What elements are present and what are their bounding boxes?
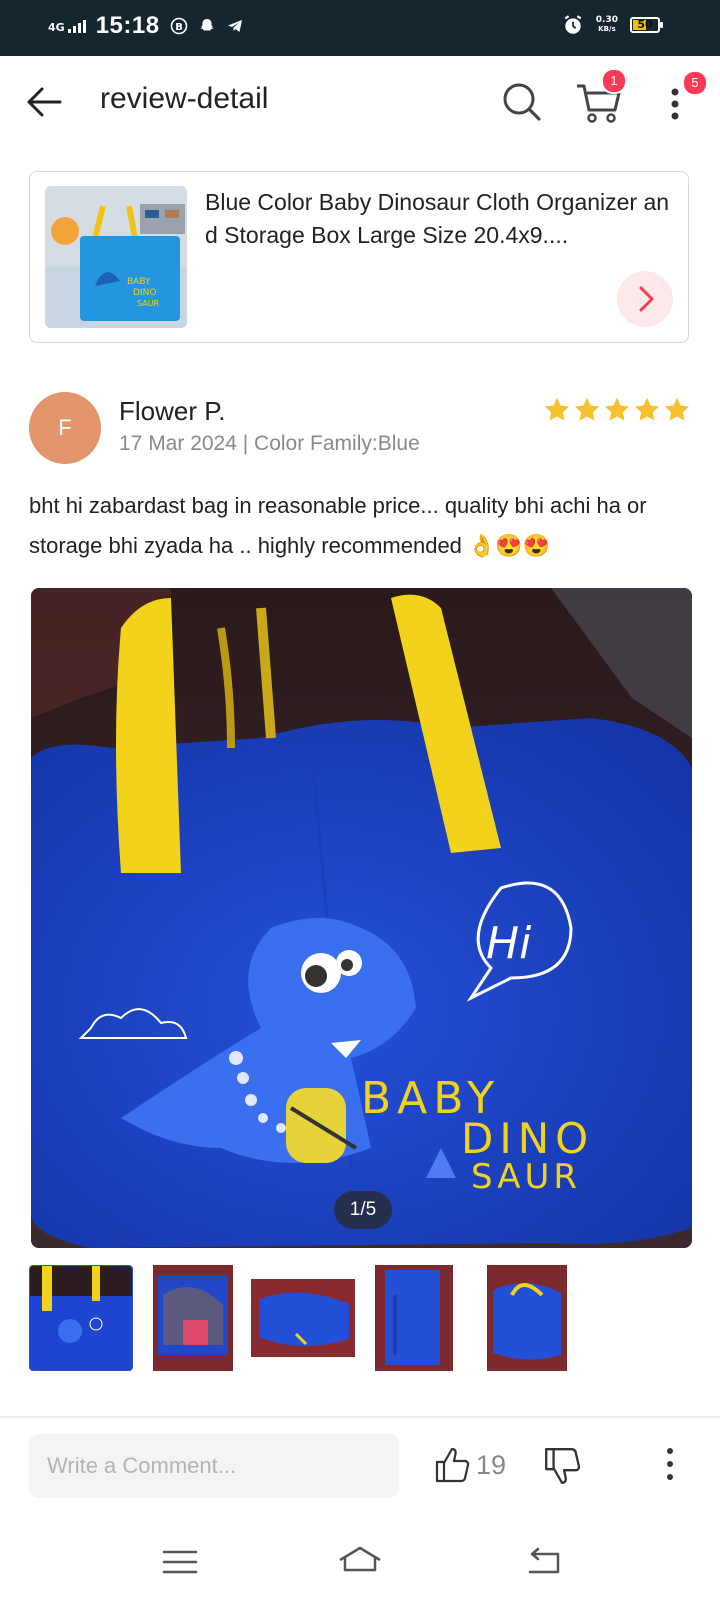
network-speed: 0.30 KB/s bbox=[596, 16, 618, 34]
battery-percent: 50 bbox=[637, 18, 653, 31]
snapchat-icon bbox=[200, 19, 214, 31]
home-icon[interactable] bbox=[335, 1540, 385, 1584]
network-type: 4G bbox=[48, 21, 65, 34]
thumbs-up-icon bbox=[435, 1447, 470, 1483]
alarm-icon bbox=[564, 15, 582, 34]
star-icon bbox=[604, 397, 630, 421]
bag-text-saur: SAUR bbox=[471, 1157, 581, 1197]
system-nav-bar bbox=[0, 1530, 720, 1600]
star-rating bbox=[543, 396, 691, 424]
speed-value: 0.30 bbox=[595, 15, 618, 25]
signal-icon bbox=[67, 19, 86, 33]
review-text: bht hi zabardast bag in reasonable price… bbox=[29, 493, 647, 558]
bag-photo-image: Hi BABY DINO SAUR bbox=[31, 588, 692, 1248]
divider bbox=[0, 1416, 720, 1418]
chevron-right-icon bbox=[639, 286, 654, 312]
thumbs-down-icon[interactable] bbox=[542, 1446, 582, 1486]
star-icon bbox=[544, 397, 570, 421]
svg-text:B: B bbox=[175, 22, 183, 33]
star-icon bbox=[574, 397, 600, 421]
comment-input[interactable] bbox=[29, 1434, 399, 1498]
status-bar: 4G 15:18 B 0.30 KB/s 50 bbox=[0, 0, 720, 56]
product-thumbnail[interactable]: BABY DINO SAUR bbox=[45, 186, 187, 328]
speed-unit: KB/s bbox=[598, 25, 616, 33]
review-photo[interactable]: Hi BABY DINO SAUR bbox=[31, 588, 692, 1248]
like-button[interactable]: 19 bbox=[434, 1446, 506, 1484]
more-options-icon[interactable] bbox=[655, 1444, 685, 1484]
star-icon bbox=[664, 397, 690, 421]
thumb-text-2: DINO bbox=[133, 288, 156, 298]
more-menu-button[interactable]: 5 bbox=[660, 70, 708, 126]
thumb-text-3: SAUR bbox=[137, 299, 160, 308]
product-card[interactable]: BABY DINO SAUR Blue Color Baby Dinosaur … bbox=[29, 171, 689, 343]
product-title[interactable]: Blue Color Baby Dinosaur Cloth Organizer… bbox=[205, 186, 675, 252]
photo-thumbnail-4[interactable] bbox=[375, 1265, 453, 1371]
cart-badge: 1 bbox=[601, 68, 627, 94]
avatar: F bbox=[29, 392, 101, 464]
status-time: 15:18 bbox=[95, 12, 160, 39]
photo-thumbnail-3[interactable] bbox=[251, 1279, 355, 1357]
back-arrow-icon[interactable] bbox=[24, 82, 64, 122]
b-app-icon: B bbox=[170, 17, 187, 35]
menu-badge: 5 bbox=[682, 70, 708, 96]
review-meta: 17 Mar 2024 | Color Family:Blue bbox=[119, 432, 420, 455]
battery-icon: 50 bbox=[630, 17, 663, 33]
thumb-text-1: BABY bbox=[127, 277, 151, 287]
photo-thumbnail-2[interactable] bbox=[153, 1265, 233, 1371]
like-count: 19 bbox=[476, 1449, 507, 1480]
app-header: review-detail 1 5 bbox=[0, 56, 720, 146]
recents-menu-icon[interactable] bbox=[155, 1540, 205, 1584]
photo-thumbnail-1[interactable] bbox=[29, 1265, 133, 1371]
telegram-icon bbox=[227, 20, 242, 32]
back-nav-icon[interactable] bbox=[520, 1540, 570, 1584]
star-icon bbox=[634, 397, 660, 421]
cart-button[interactable]: 1 bbox=[575, 68, 627, 124]
product-link-button[interactable] bbox=[617, 271, 673, 327]
speech-bubble-text: Hi bbox=[486, 918, 532, 969]
search-icon[interactable] bbox=[500, 80, 544, 124]
product-image: BABY DINO SAUR bbox=[45, 186, 187, 328]
bag-text-dino: DINO bbox=[461, 1114, 594, 1163]
photo-counter: 1/5 bbox=[334, 1191, 392, 1229]
page-title: review-detail bbox=[100, 82, 269, 115]
photo-thumbnail-5[interactable] bbox=[487, 1265, 567, 1371]
reviewer-name: Flower P. bbox=[119, 396, 226, 426]
network-indicator: 4G bbox=[48, 19, 86, 33]
